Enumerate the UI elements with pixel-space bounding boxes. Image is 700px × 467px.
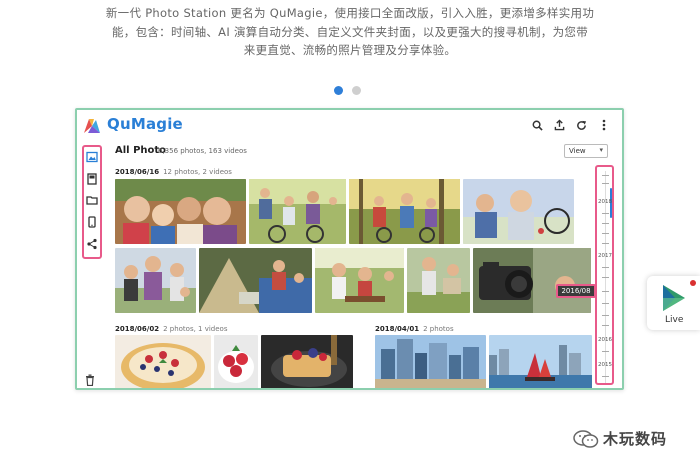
- timeline-tick: [602, 376, 609, 377]
- share-icon[interactable]: [86, 238, 98, 250]
- photo-thumbnail[interactable]: [473, 248, 591, 313]
- toolbar-icons: [531, 118, 610, 132]
- photos-icon[interactable]: [86, 151, 98, 163]
- intro-line-3: 来更直觉、流畅的照片管理及分享体验。: [243, 43, 457, 57]
- timeline-year[interactable]: 2015: [598, 362, 612, 368]
- notification-dot: [690, 280, 696, 286]
- page-meta: 6,356 photos, 163 videos: [158, 147, 247, 155]
- timeline-scrubber[interactable]: 2018 2017 2016 2015: [595, 165, 614, 385]
- live-label: Live: [665, 315, 684, 325]
- photo-thumbnail[interactable]: [375, 335, 486, 388]
- carousel-dots: [334, 86, 361, 95]
- section-meta: 2 photos, 1 videos: [163, 325, 228, 333]
- carousel-dot-1[interactable]: [334, 86, 343, 95]
- folder-icon[interactable]: [86, 194, 98, 206]
- photo-thumbnail[interactable]: [315, 248, 404, 313]
- intro-line-1: 新一代 Photo Station 更名为 QuMagie，使用接口全面改版，引…: [105, 6, 595, 20]
- photo-thumbnail[interactable]: [115, 179, 246, 244]
- upload-icon[interactable]: [553, 118, 566, 132]
- watermark-text: 木玩数码: [603, 430, 668, 448]
- photo-thumbnail[interactable]: [489, 335, 592, 388]
- timeline-tick: [602, 291, 609, 292]
- timeline-year[interactable]: 2016: [598, 337, 612, 343]
- carousel-dot-2[interactable]: [352, 86, 361, 95]
- timeline-tick: [602, 233, 609, 234]
- timeline-tick: [602, 303, 609, 304]
- live-play-icon: [663, 285, 685, 311]
- app-brand: QuMagie: [107, 115, 183, 133]
- timeline-year[interactable]: 2018: [598, 199, 612, 205]
- refresh-icon[interactable]: [575, 118, 588, 132]
- search-icon[interactable]: [531, 118, 544, 132]
- timeline-tick: [602, 267, 609, 268]
- album-icon[interactable]: [86, 173, 98, 185]
- intro-line-2: 能，包含：时间轴、AI 演算自动分类、自定义文件夹封面，以及更强大的搜寻机制，为…: [111, 24, 588, 39]
- live-badge[interactable]: Live: [647, 276, 700, 330]
- section-header: 2018/04/01 2 photos: [375, 325, 454, 333]
- timeline-tick: [602, 351, 609, 352]
- view-label: View: [569, 147, 586, 155]
- photo-thumbnail[interactable]: [463, 179, 574, 244]
- intro-text: 新一代 Photo Station 更名为 QuMagie，使用接口全面改版，引…: [100, 4, 600, 60]
- timeline-tick: [602, 277, 609, 278]
- wechat-icon: [573, 429, 599, 448]
- timeline-tick: [602, 315, 609, 316]
- section-date: 2018/06/16: [115, 168, 160, 176]
- app-screenshot: QuMagie All Photo 6,356 photos, 163 vide…: [75, 108, 624, 390]
- timeline-tick: [602, 213, 609, 214]
- photo-thumbnail[interactable]: [249, 179, 346, 244]
- trash-icon[interactable]: [85, 374, 95, 386]
- chevron-down-icon: ▾: [599, 146, 603, 154]
- photo-thumbnail[interactable]: [261, 335, 353, 388]
- section-date: 2018/06/02: [115, 325, 160, 333]
- section-meta: 2 photos: [423, 325, 454, 333]
- photo-thumbnail[interactable]: [214, 335, 258, 388]
- phone-icon[interactable]: [86, 216, 98, 228]
- watermark: 木玩数码: [573, 428, 667, 449]
- section-header: 2018/06/02 2 photos, 1 videos: [115, 325, 228, 333]
- section-header: 2018/06/16 12 photos, 2 videos: [115, 168, 232, 176]
- timeline-tick: [602, 325, 609, 326]
- photo-thumbnail[interactable]: [407, 248, 470, 313]
- timeline-year[interactable]: 2017: [598, 253, 612, 259]
- more-vert-icon[interactable]: [597, 118, 610, 132]
- view-dropdown[interactable]: View ▾: [564, 144, 608, 158]
- app-bar: QuMagie: [77, 110, 622, 140]
- photo-thumbnail[interactable]: [115, 248, 196, 313]
- section-meta: 12 photos, 2 videos: [163, 168, 232, 176]
- timeline-tick: [602, 183, 609, 184]
- timeline-tick: [602, 243, 609, 244]
- photo-thumbnail[interactable]: [199, 248, 312, 313]
- sidebar: [82, 145, 102, 259]
- timeline-date-tooltip: 2016/08: [556, 284, 596, 298]
- section-date: 2018/04/01: [375, 325, 420, 333]
- timeline-tick: [602, 223, 609, 224]
- photo-thumbnail[interactable]: [115, 335, 211, 388]
- timeline-tick: [602, 175, 609, 176]
- qumagie-logo-icon: [84, 119, 100, 133]
- photo-thumbnail[interactable]: [349, 179, 460, 244]
